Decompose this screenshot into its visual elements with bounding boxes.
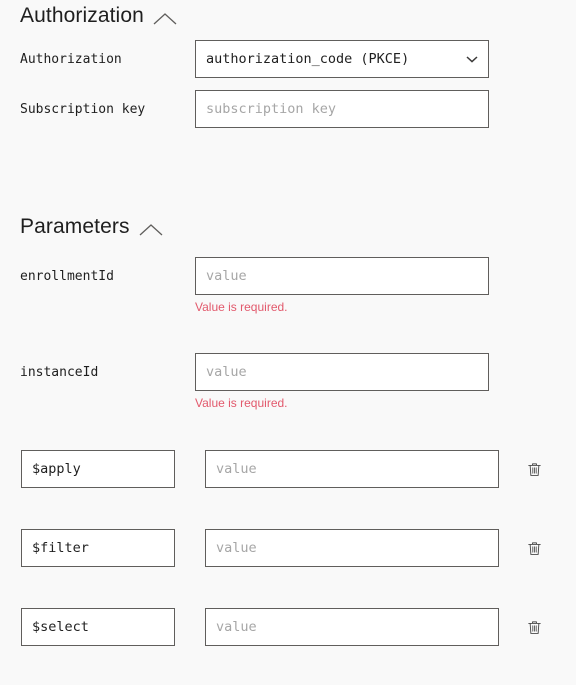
parameter-row-enrollmentid: enrollmentId Value is required. [0,257,576,314]
authorization-field-control: authorization_code (PKCE) [195,40,489,78]
parameters-section: Parameters enrollmentId Value is require… [0,211,576,646]
parameter-label: instanceId [20,365,99,380]
delete-parameter-button[interactable] [523,458,545,480]
trash-icon [526,540,543,557]
custom-parameter-value-input[interactable] [205,450,499,488]
trash-icon [526,461,543,478]
custom-parameter-row [0,529,576,567]
validation-error-message: Value is required. [195,396,288,410]
subscription-key-field-row: Subscription key [0,90,576,128]
subscription-key-input[interactable] [195,90,489,128]
parameter-row-instanceid: instanceId Value is required. [0,353,576,410]
delete-parameter-button[interactable] [523,537,545,559]
chevron-up-icon[interactable] [152,12,178,26]
authorization-field-label: Authorization [20,52,122,67]
custom-parameter-key-input[interactable] [21,608,175,646]
custom-parameter-row [0,608,576,646]
validation-error-message: Value is required. [195,300,288,314]
authorization-section-header[interactable]: Authorization [0,0,576,32]
authorization-heading: Authorization [20,4,144,28]
subscription-key-label: Subscription key [20,102,146,117]
parameter-value-input[interactable] [195,257,489,295]
parameters-heading: Parameters [20,215,130,239]
custom-parameter-row [0,450,576,488]
parameter-control: Value is required. [195,257,489,314]
parameter-label: enrollmentId [20,269,114,284]
authorization-field-row: Authorization authorization_code (PKCE) [0,40,576,78]
trash-icon [526,619,543,636]
parameters-section-header[interactable]: Parameters [0,211,576,243]
parameter-value-input[interactable] [195,353,489,391]
custom-parameter-key-input[interactable] [21,529,175,567]
parameter-control: Value is required. [195,353,489,410]
authorization-section: Authorization Authorization authorizatio… [0,0,576,128]
subscription-key-control [195,90,489,128]
delete-parameter-button[interactable] [523,616,545,638]
authorization-select[interactable]: authorization_code (PKCE) [195,40,489,78]
custom-parameter-value-input[interactable] [205,608,499,646]
custom-parameter-key-input[interactable] [21,450,175,488]
chevron-up-icon[interactable] [138,223,164,237]
custom-parameter-value-input[interactable] [205,529,499,567]
